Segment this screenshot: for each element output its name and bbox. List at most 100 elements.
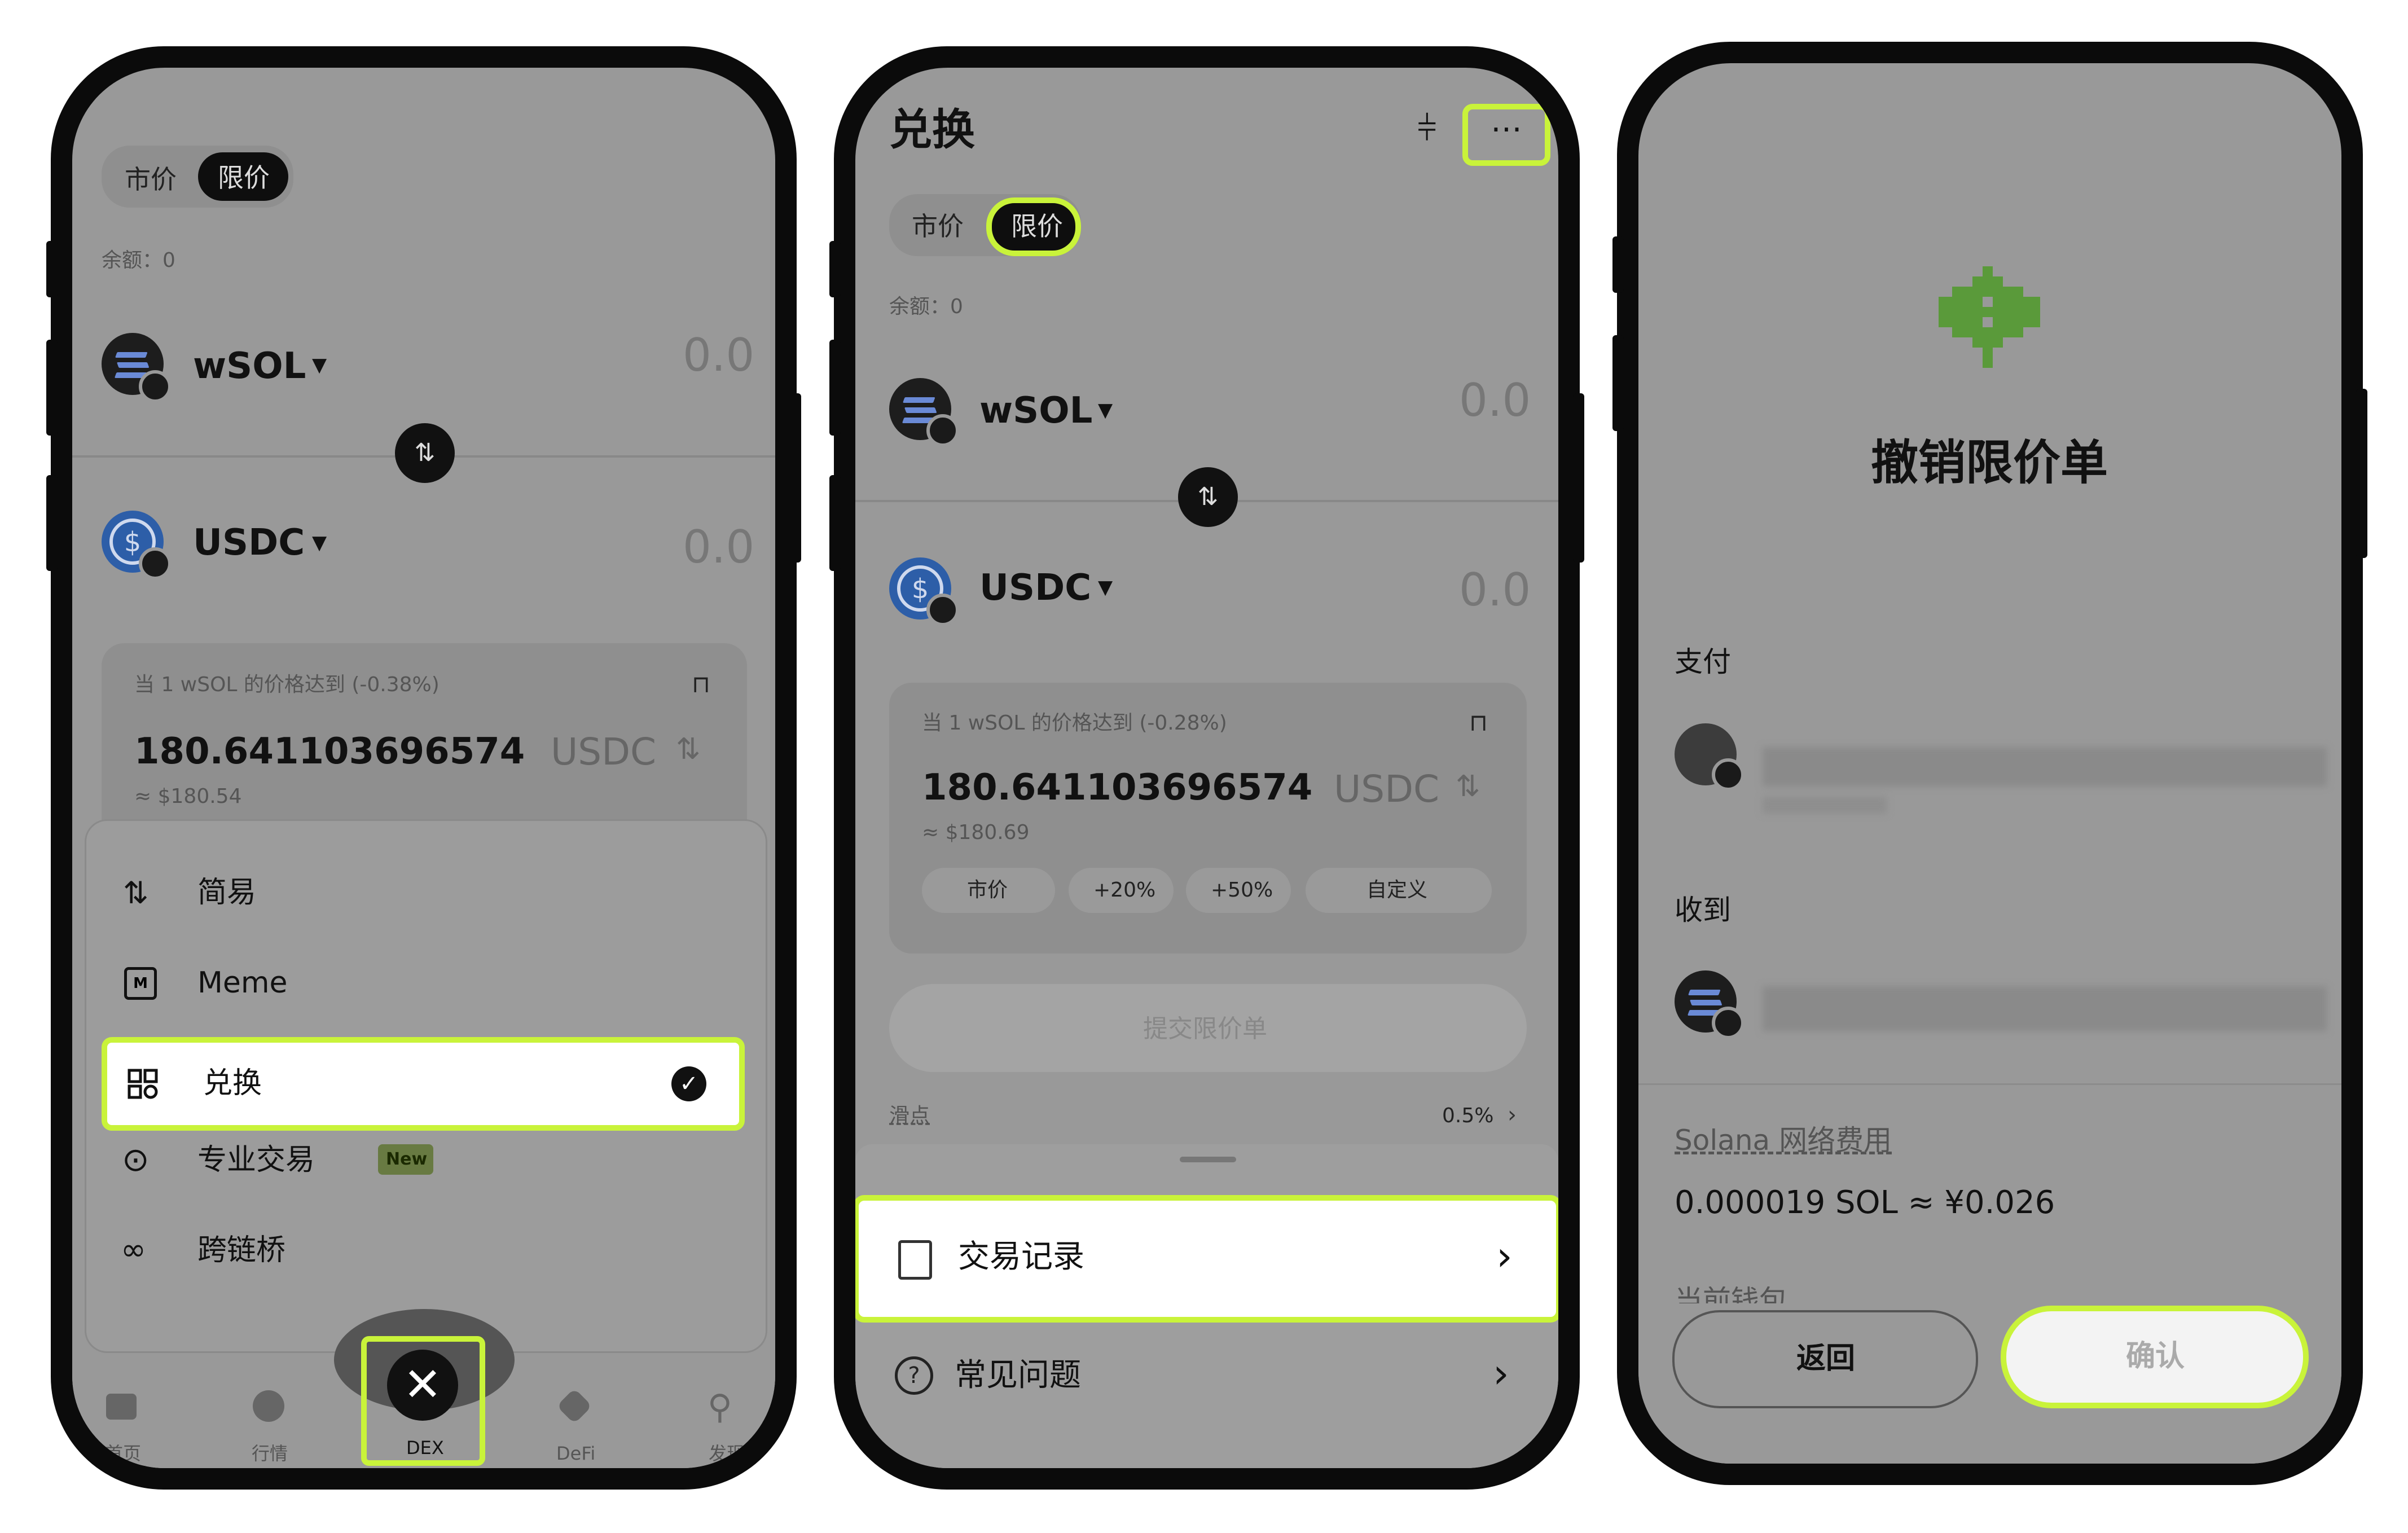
limit-price-value[interactable]: 180.641103696574 (134, 733, 525, 770)
to-amount[interactable]: 0.0 (1459, 568, 1531, 613)
network-badge-icon (926, 594, 959, 626)
current-wallet-label: 当前钱包 (1675, 1286, 1787, 1303)
limit-price-value[interactable]: 180.641103696574 (922, 770, 1312, 806)
chevron-down-icon[interactable]: ▼ (1098, 401, 1113, 420)
from-amount[interactable]: 0.0 (1459, 378, 1531, 423)
confirm-button[interactable]: 确认 (2001, 1306, 2309, 1408)
from-amount[interactable]: 0.0 (683, 333, 754, 378)
swap-icon (128, 1069, 158, 1099)
sheet-item-faq[interactable]: ? 常见问题 › (855, 1326, 1558, 1427)
chevron-right-icon[interactable]: › (1508, 1104, 1517, 1126)
balance-text: 余额：0 (102, 249, 175, 272)
nav-label: DEX (406, 1437, 444, 1459)
bridge-icon: ∞ (121, 1232, 146, 1267)
page-title: 兑换 (889, 104, 975, 155)
phone-3: 撤销限价单 支付 收到 Solana 网络费用 0.000019 SOL ≈ ¥… (1612, 42, 2367, 1485)
cancel-order-pixel-icon (1939, 266, 2040, 374)
checkmark-icon: ✓ (671, 1066, 706, 1101)
tab-market[interactable]: 市价 (912, 213, 964, 239)
phone-side-button (46, 340, 58, 436)
chart-icon[interactable]: ⫩ (1417, 112, 1436, 146)
swap-direction-button[interactable]: ⇅ (1178, 467, 1238, 527)
price-unit: USDC (551, 730, 657, 774)
invert-price-icon[interactable]: ⇅ (1456, 772, 1480, 801)
phone-2-screen: 兑换 ⫩ ⋯ 市价 限价 余额：0 wSOL ▼ 0.0 ⇅ $ USDC ▼ … (855, 68, 1558, 1468)
network-fee-value: 0.000019 SOL ≈ ¥0.026 (1675, 1184, 2055, 1221)
menu-item-bridge[interactable]: ∞ 跨链桥 (106, 1215, 742, 1283)
chevron-down-icon[interactable]: ▼ (1098, 578, 1113, 597)
receive-amount-redacted (1763, 986, 2327, 1031)
nav-label: 首页 (105, 1443, 142, 1464)
chip-custom[interactable]: 自定义 (1306, 868, 1492, 913)
tab-limit-label: 限价 (218, 162, 270, 193)
swap-direction-button[interactable]: ⇅ (395, 423, 455, 483)
to-token-symbol[interactable]: USDC (979, 570, 1091, 606)
back-button[interactable]: 返回 (1672, 1310, 1978, 1408)
receive-label: 收到 (1675, 894, 1731, 926)
sheet-item-trade-history[interactable]: 交易记录 › (855, 1195, 1558, 1323)
history-icon (898, 1240, 932, 1280)
chevron-down-icon[interactable]: ▼ (312, 355, 327, 375)
price-unit: USDC (1334, 767, 1440, 811)
nav-item-defi[interactable]: DeFi (541, 1388, 608, 1462)
menu-item-label: 简易 (197, 876, 257, 910)
phone-side-button (790, 393, 801, 563)
network-badge-icon (926, 414, 959, 447)
tab-market[interactable]: 市价 (125, 166, 177, 192)
chip-label: +50% (1211, 878, 1273, 902)
phone-side-button (829, 340, 841, 436)
network-fee-label[interactable]: Solana 网络费用 (1675, 1126, 1892, 1154)
price-fiat-text: ≈ $180.69 (922, 821, 1030, 844)
pay-sub-redacted (1763, 797, 1887, 814)
more-options-button[interactable]: ⋯ (1462, 104, 1550, 166)
slippage-label: 滑点 (889, 1104, 930, 1127)
nav-item-home[interactable]: 首页 (89, 1388, 157, 1464)
menu-item-swap[interactable]: 兑换 ✓ (102, 1037, 745, 1131)
wallet-icon (106, 1394, 137, 1420)
nav-label: 行情 (252, 1443, 288, 1464)
sheet-grabber[interactable] (1180, 1157, 1236, 1162)
menu-item-simple[interactable]: ⇅ 简易 (106, 858, 742, 925)
phone-side-button (1612, 335, 1624, 431)
svg-text:$: $ (124, 526, 142, 558)
phone-side-button (2356, 389, 2367, 558)
network-badge-icon (1712, 758, 1745, 791)
slippage-value[interactable]: 0.5% (1442, 1106, 1493, 1126)
from-token-symbol[interactable]: wSOL (193, 348, 306, 384)
phone-side-button (1573, 393, 1584, 563)
network-badge-icon (139, 370, 172, 403)
tab-limit-label: 限价 (1011, 211, 1063, 241)
menu-item-label: 兑换 (203, 1066, 262, 1100)
nav-item-market[interactable]: 行情 (236, 1388, 304, 1464)
chevron-down-icon[interactable]: ▼ (312, 533, 327, 552)
lock-icon[interactable]: ⊓ (1469, 711, 1488, 735)
close-icon: ✕ (387, 1350, 458, 1421)
to-token-symbol[interactable]: USDC (193, 525, 305, 561)
nav-item-dex[interactable]: ✕ DEX (361, 1336, 485, 1466)
chip-label: +20% (1093, 878, 1156, 902)
submit-limit-order-label: 提交限价单 (1143, 1014, 1267, 1043)
nav-item-discover[interactable]: ⚲ 发现 (693, 1388, 761, 1464)
pro-trade-icon: ⊙ (122, 1140, 150, 1179)
network-badge-icon (1712, 1007, 1745, 1039)
chevron-right-icon: › (1496, 1232, 1513, 1280)
meme-icon: M (124, 967, 157, 1000)
menu-item-label: 专业交易 (197, 1143, 315, 1177)
chip-market[interactable]: 市价 (922, 868, 1055, 913)
chip-plus-50[interactable]: +50% (1186, 868, 1291, 913)
lock-icon[interactable]: ⊓ (692, 673, 710, 696)
nav-label: 发现 (709, 1443, 745, 1464)
phone-side-button (829, 241, 841, 297)
simple-arrows-icon: ⇅ (123, 875, 149, 911)
from-token-symbol[interactable]: wSOL (979, 393, 1092, 429)
price-condition-text: 当 1 wSOL 的价格达到 (-0.38%) (134, 673, 440, 696)
to-amount[interactable]: 0.0 (683, 525, 754, 570)
menu-item-meme[interactable]: M Meme (106, 948, 742, 1016)
phone-side-button (829, 475, 841, 571)
menu-item-pro-trade[interactable]: ⊙ 专业交易 New (106, 1125, 742, 1193)
chip-plus-20[interactable]: +20% (1069, 868, 1174, 913)
invert-price-icon[interactable]: ⇅ (676, 735, 701, 764)
phone-side-button (46, 241, 58, 297)
sheet-item-label: 常见问题 (955, 1357, 1081, 1394)
chip-label: 市价 (967, 878, 1008, 902)
